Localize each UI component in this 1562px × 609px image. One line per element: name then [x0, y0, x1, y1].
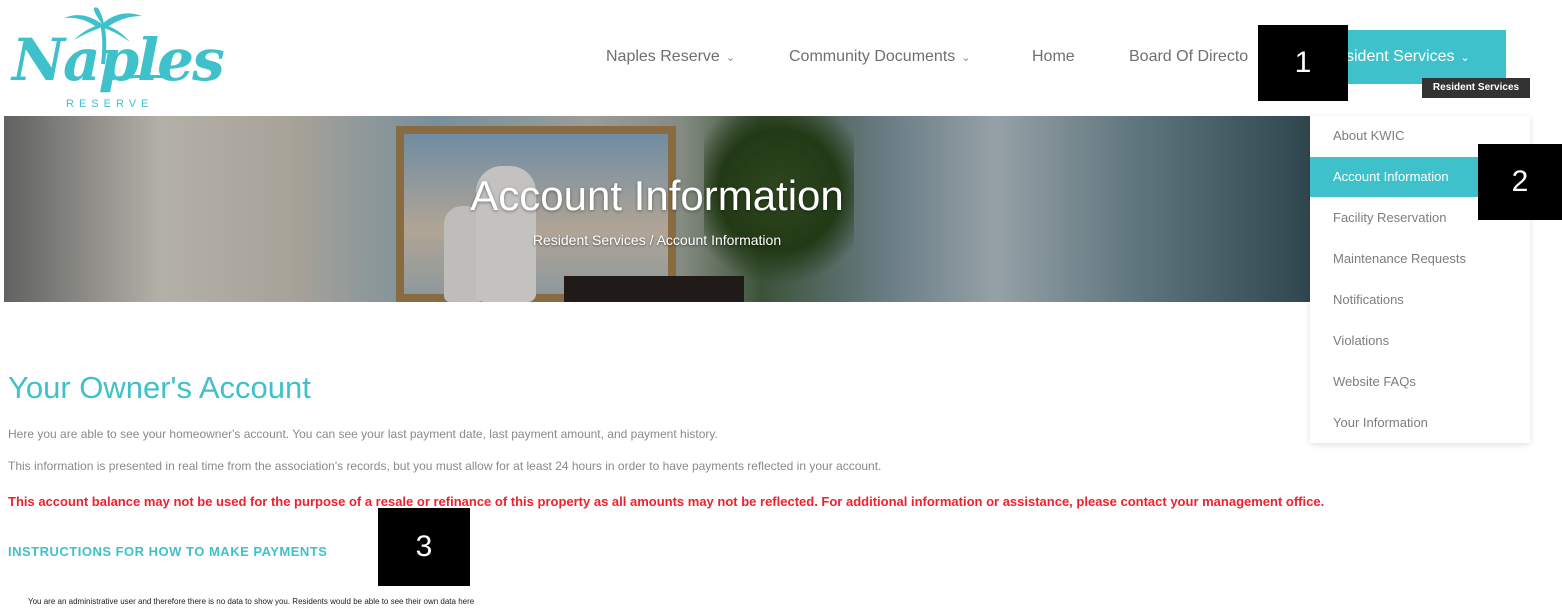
nav-item-naples-reserve[interactable]: Naples Reserve ⌄ [606, 48, 735, 66]
chevron-down-icon: ⌄ [1460, 52, 1470, 64]
section-title: Your Owner's Account [8, 370, 311, 405]
nav-item-community-documents[interactable]: Community Documents ⌄ [789, 48, 971, 66]
dropdown-item-notifications[interactable]: Notifications [1310, 280, 1530, 320]
dropdown-item-violations[interactable]: Violations [1310, 321, 1530, 361]
dropdown-item-your-information[interactable]: Your Information [1310, 403, 1530, 443]
warning-message: This account balance may not be used for… [8, 494, 1325, 509]
breadcrumb: Resident Services / Account Information [532, 232, 782, 248]
chevron-down-icon: ⌄ [961, 52, 971, 64]
nav-item-label: sident Services [1346, 48, 1455, 65]
page-title: Account Information [470, 172, 844, 219]
payment-instructions-link[interactable]: INSTRUCTIONS FOR HOW TO MAKE PAYMENTS [8, 544, 327, 559]
admin-notice: You are an administrative user and there… [28, 597, 475, 606]
dropdown-item-website-faqs[interactable]: Website FAQs [1310, 362, 1530, 402]
info-paragraph: This information is presented in real ti… [8, 459, 882, 473]
annotation-badge-3: 3 [378, 508, 470, 586]
nav-item-label: Community Documents [789, 48, 956, 65]
nav-item-label: Board Of Directo [1129, 48, 1249, 65]
hero-banner: Account Information Resident Services / … [4, 116, 1310, 302]
intro-paragraph: Here you are able to see your homeowner'… [8, 427, 718, 441]
nav-item-board-of-directors[interactable]: Board Of Directo [1129, 48, 1248, 66]
nav-item-label: Home [1032, 48, 1075, 65]
dropdown-item-maintenance-requests[interactable]: Maintenance Requests [1310, 239, 1530, 279]
annotation-badge-1: 1 [1258, 25, 1348, 101]
chevron-down-icon: ⌄ [725, 52, 736, 64]
nav-item-home[interactable]: Home [1032, 48, 1075, 66]
nav-item-resident-services[interactable]: sident Services ⌄ [1322, 30, 1506, 84]
nav-item-label: Naples Reserve [606, 48, 720, 65]
annotation-badge-2: 2 [1478, 144, 1562, 220]
nav-tooltip: Resident Services [1422, 78, 1530, 98]
